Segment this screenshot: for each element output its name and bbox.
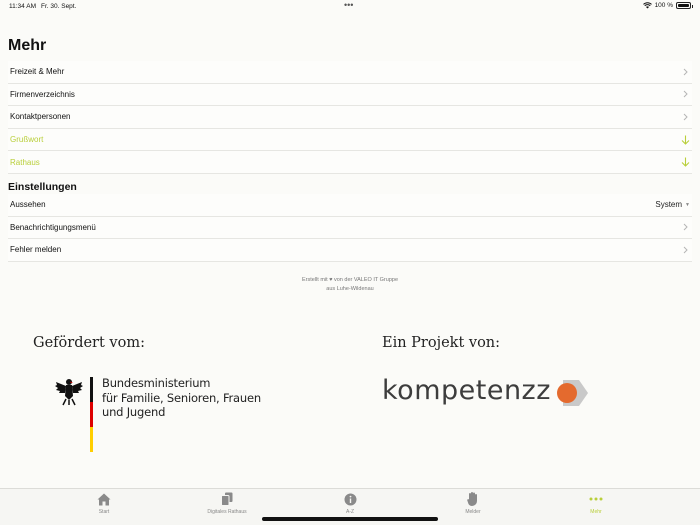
appearance-value: System — [655, 200, 683, 210]
tab-mehr[interactable]: Mehr — [556, 492, 636, 515]
arrow-down-icon — [680, 135, 690, 145]
house-icon — [97, 492, 111, 506]
kompetenzz-logo-icon — [557, 380, 588, 406]
tab-a-z[interactable]: A-Z — [310, 492, 390, 515]
battery-icon — [676, 2, 693, 9]
battery-percent: 100 % — [654, 2, 673, 9]
menu-item-label: Grußwort — [10, 135, 44, 145]
funded-by-label: Gefördert vom: — [33, 335, 145, 351]
federal-eagle-icon — [55, 379, 83, 406]
settings-section-title: Einstellungen — [8, 181, 77, 193]
chevron-right-icon — [680, 67, 690, 77]
status-time: 11:34 AM — [9, 3, 36, 10]
kompetenzz-logo-text: kompetenzz — [382, 375, 551, 406]
tab-digitales-rathaus[interactable]: Digitales Rathaus — [187, 492, 267, 515]
status-bar: 11:34 AM Fr. 30. Sept. ••• 100 % — [0, 0, 700, 14]
credit-text: Erstellt mit ♥ von der VALEO IT Gruppe a… — [302, 277, 398, 292]
home-indicator[interactable] — [262, 517, 438, 521]
chevron-right-icon — [680, 112, 690, 122]
menu-item-freizeit[interactable]: Freizeit & Mehr — [8, 61, 692, 84]
report-error-row[interactable]: Fehler melden — [8, 239, 692, 262]
arrow-down-icon — [680, 157, 690, 167]
tab-melder[interactable]: Melder — [433, 492, 513, 515]
menu-item-label: Freizeit & Mehr — [10, 67, 65, 77]
menu-item-grusswort[interactable]: Grußwort — [8, 128, 692, 152]
multitasking-dots-icon[interactable]: ••• — [344, 0, 353, 10]
tab-label: Melder — [465, 509, 481, 515]
settings-list: Aussehen System ▼ Benachrichtigungsmenü … — [8, 194, 692, 262]
menu-item-label: Kontaktpersonen — [10, 112, 71, 122]
more-menu-list: Freizeit & Mehr Firmenverzeichnis Kontak… — [8, 61, 692, 174]
tab-label: Start — [98, 509, 110, 515]
appearance-select[interactable]: System ▼ — [655, 200, 690, 209]
wifi-icon — [642, 2, 652, 9]
menu-item-label: Firmenverzeichnis — [10, 89, 75, 99]
menu-item-kontaktpersonen[interactable]: Kontaktpersonen — [8, 106, 692, 129]
notifications-label: Benachrichtigungsmenü — [10, 222, 96, 232]
hand-icon — [466, 492, 480, 506]
report-error-label: Fehler melden — [10, 245, 62, 255]
documents-icon — [220, 492, 234, 506]
menu-item-label: Rathaus — [10, 157, 40, 167]
menu-item-firmenverzeichnis[interactable]: Firmenverzeichnis — [8, 83, 692, 107]
tab-label: Mehr — [590, 509, 602, 515]
appearance-label: Aussehen — [10, 200, 46, 210]
german-flag-bar — [90, 377, 93, 452]
appearance-row[interactable]: Aussehen System ▼ — [8, 194, 692, 217]
more-dots-icon — [589, 492, 603, 506]
tab-label: Digitales Rathaus — [207, 509, 247, 515]
chevron-right-icon — [680, 222, 690, 232]
notifications-row[interactable]: Benachrichtigungsmenü — [8, 216, 692, 240]
ministry-name: Bundesministerium für Familie, Senioren,… — [102, 376, 261, 419]
tab-start[interactable]: Start — [64, 492, 144, 515]
chevron-right-icon — [680, 89, 690, 99]
chevron-right-icon — [680, 245, 690, 255]
menu-item-rathaus[interactable]: Rathaus — [8, 151, 692, 174]
info-icon — [343, 492, 357, 506]
ministry-logo: Bundesministerium für Familie, Senioren,… — [54, 376, 261, 452]
project-by-label: Ein Projekt von: — [382, 335, 501, 351]
caret-down-icon: ▼ — [685, 201, 690, 208]
page-title: Mehr — [8, 37, 47, 54]
tab-label: A-Z — [345, 509, 355, 515]
status-date: Fr. 30. Sept. — [41, 3, 77, 10]
heart-icon: ♥ — [329, 277, 333, 283]
